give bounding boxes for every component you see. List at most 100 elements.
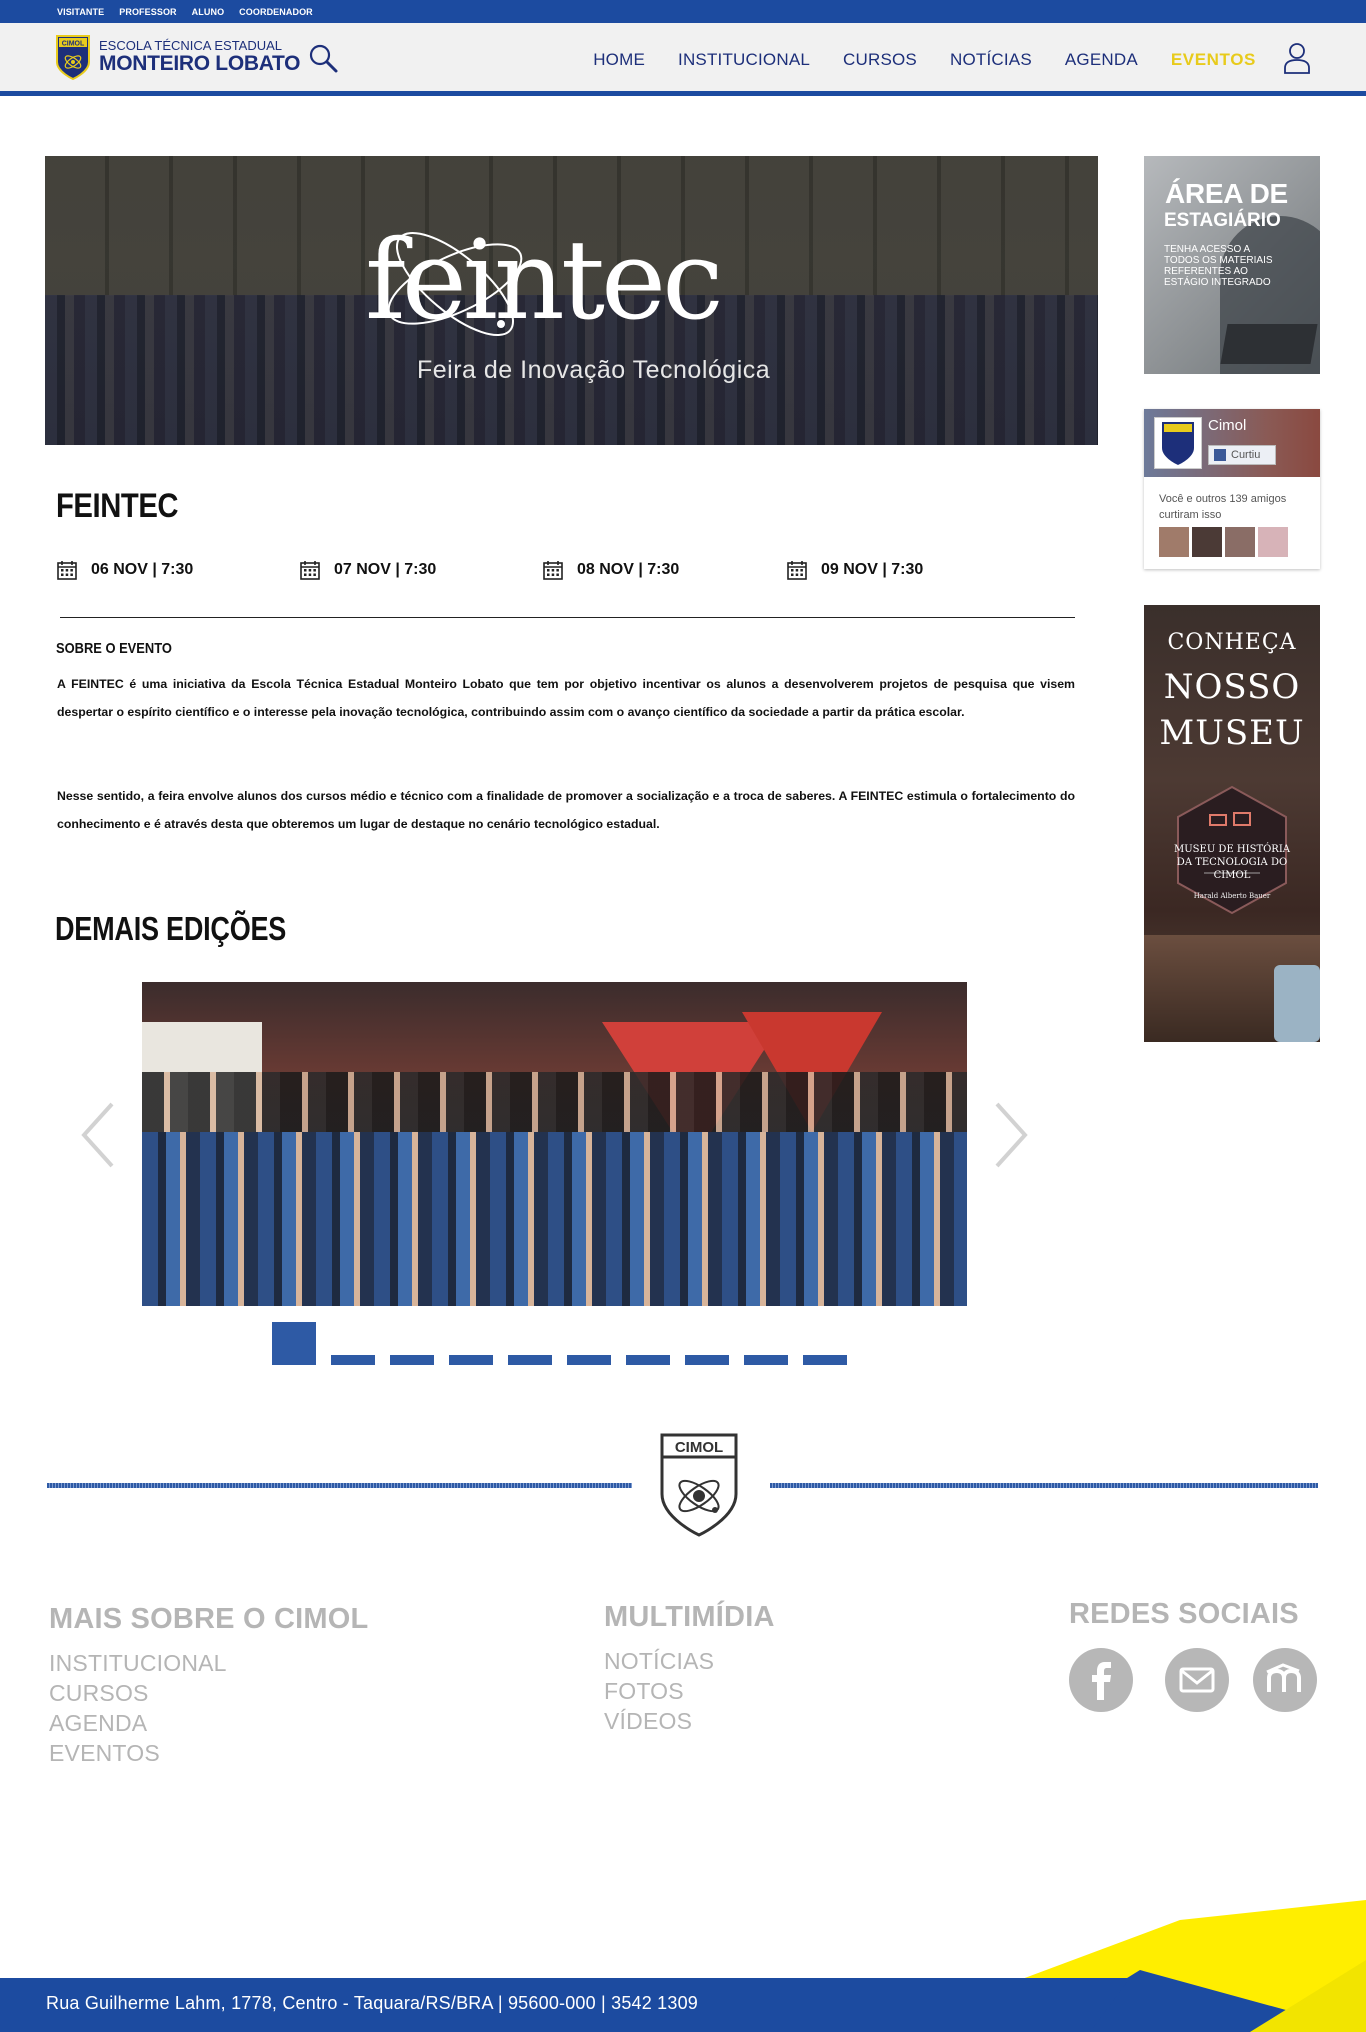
event-date-label: 07 NOV | 7:30: [334, 561, 437, 578]
intern-banner-text: TENHA ACESSO A TODOS OS MATERIAIS REFERE…: [1164, 244, 1273, 288]
footer-divider-left: [47, 1483, 632, 1488]
avatar[interactable]: [1192, 527, 1222, 557]
hero-brand-word: feintec: [365, 216, 724, 344]
facebook-like-button[interactable]: Curtiu: [1208, 445, 1276, 465]
event-hero-banner: feintec Feira de Inovação Tecnológica: [45, 156, 1098, 445]
main-nav: HOME INSTITUCIONAL CURSOS NOTÍCIAS AGEND…: [560, 23, 1256, 96]
role-link-professor[interactable]: PROFESSOR: [119, 7, 176, 17]
intern-banner-line2: ESTAGIÁRIO: [1164, 210, 1281, 231]
event-date-label: 06 NOV | 7:30: [91, 561, 194, 578]
school-name-line1: ESCOLA TÉCNICA ESTADUAL: [99, 38, 283, 53]
calendar-icon: [57, 561, 77, 580]
school-logo[interactable]: CIMOL ESCOLA TÉCNICA ESTADUAL MONTEIRO L…: [55, 34, 301, 80]
museum-banner[interactable]: CONHEÇA NOSSO MUSEU MUSEU DE HISTÓRIA DA…: [1144, 605, 1320, 1042]
nav-cursos[interactable]: CURSOS: [843, 50, 917, 70]
footer-address: Rua Guilherme Lahm, 1778, Centro - Taqua…: [46, 1993, 699, 2013]
feintec-logo: feintec Feira de Inovação Tecnológica: [365, 196, 825, 396]
editions-carousel-photo: [142, 982, 967, 1306]
carousel-dot[interactable]: [272, 1322, 316, 1365]
carousel-pagination: [272, 1322, 847, 1365]
carousel-prev-arrow-icon[interactable]: [78, 1100, 118, 1170]
moodle-icon[interactable]: [1253, 1648, 1317, 1712]
role-link-aluno[interactable]: ALUNO: [192, 7, 225, 17]
footer-col-heading: MAIS SOBRE O CIMOL: [49, 1603, 369, 1635]
nav-home[interactable]: HOME: [593, 50, 645, 70]
hero-subtitle: Feira de Inovação Tecnológica: [417, 356, 771, 384]
intern-banner-line1: ÁREA DE: [1165, 178, 1288, 209]
site-header: CIMOL ESCOLA TÉCNICA ESTADUAL MONTEIRO L…: [0, 23, 1366, 96]
footer-link-fotos[interactable]: FOTOS: [604, 1676, 775, 1706]
museum-banner-line3: MUSEU: [1159, 713, 1305, 753]
footer-link-agenda[interactable]: AGENDA: [49, 1708, 368, 1738]
section-divider: [60, 617, 1075, 618]
carousel-dot[interactable]: [567, 1355, 611, 1365]
avatar[interactable]: [1225, 527, 1255, 557]
event-date-label: 09 NOV | 7:30: [821, 561, 924, 578]
museum-badge-title: MUSEU DE HISTÓRIA DA TECNOLOGIA DO CIMOL: [1174, 844, 1291, 881]
carousel-dot[interactable]: [331, 1355, 375, 1365]
calendar-icon: [787, 561, 807, 580]
event-date-3: 08 NOV | 7:30: [543, 560, 679, 580]
event-date-label: 08 NOV | 7:30: [577, 561, 680, 578]
top-utility-bar: VISITANTE PROFESSOR ALUNO COORDENADOR: [0, 0, 1366, 23]
footer-divider-right: [770, 1483, 1318, 1488]
nav-institucional[interactable]: INSTITUCIONAL: [678, 50, 810, 70]
carousel-dot[interactable]: [626, 1355, 670, 1365]
footer-link-noticias[interactable]: NOTÍCIAS: [604, 1646, 775, 1676]
footer-school-shield-icon[interactable]: CIMOL: [658, 1432, 740, 1538]
footer-col-heading: MULTIMÍDIA: [604, 1601, 775, 1633]
facebook-page-avatar: [1154, 417, 1202, 469]
facebook-like-widget: Cimol Curtiu Você e outros 139 amigos cu…: [1144, 409, 1320, 569]
carousel-dot[interactable]: [803, 1355, 847, 1365]
intern-area-banner[interactable]: ÁREA DE ESTAGIÁRIO TENHA ACESSO A TODOS …: [1144, 156, 1320, 374]
facebook-page-name: Cimol: [1208, 417, 1247, 434]
school-shield-icon: CIMOL: [56, 35, 90, 80]
footer-col-about: MAIS SOBRE O CIMOL INSTITUCIONAL CURSOS …: [49, 1603, 368, 1768]
other-editions-heading: DEMAIS EDIÇÕES: [55, 910, 287, 947]
event-date-4: 09 NOV | 7:30: [787, 560, 923, 580]
search-icon[interactable]: [306, 41, 340, 75]
carousel-dot[interactable]: [744, 1355, 788, 1365]
footer-col-social: REDES SOCIAIS: [1069, 1598, 1299, 1643]
about-paragraph-2: Nesse sentido, a feira envolve alunos do…: [57, 789, 1075, 831]
school-name: ESCOLA TÉCNICA ESTADUAL MONTEIRO LOBATO: [99, 38, 301, 75]
avatar[interactable]: [1258, 527, 1288, 557]
facebook-friends-text: Você e outros 139 amigos curtiram isso: [1159, 493, 1287, 521]
about-heading: SOBRE O EVENTO: [56, 640, 172, 657]
calendar-icon: [300, 561, 320, 580]
facebook-icon[interactable]: [1069, 1648, 1133, 1712]
about-paragraph-1: A FEINTEC é uma iniciativa da Escola Téc…: [57, 677, 1075, 719]
nav-agenda[interactable]: AGENDA: [1065, 50, 1138, 70]
facebook-like-icon: [1214, 449, 1226, 461]
mail-icon[interactable]: [1165, 1648, 1229, 1712]
school-shield-icon: [1162, 422, 1194, 465]
footer-link-institucional[interactable]: INSTITUCIONAL: [49, 1648, 368, 1678]
nav-eventos[interactable]: EVENTOS: [1171, 50, 1256, 70]
footer-link-eventos[interactable]: EVENTOS: [49, 1738, 368, 1768]
carousel-dot[interactable]: [685, 1355, 729, 1365]
footer-link-videos[interactable]: VÍDEOS: [604, 1706, 775, 1736]
footer-link-cursos[interactable]: CURSOS: [49, 1678, 368, 1708]
event-title: FEINTEC: [56, 487, 179, 525]
role-link-visitante[interactable]: VISITANTE: [57, 7, 104, 17]
carousel-next-arrow-icon[interactable]: [991, 1100, 1031, 1170]
school-name-line2: MONTEIRO LOBATO: [99, 52, 301, 75]
facebook-like-label: Curtiu: [1231, 449, 1261, 461]
museum-banner-line2: NOSSO: [1163, 667, 1301, 707]
carousel-dot[interactable]: [449, 1355, 493, 1365]
user-login-icon[interactable]: [1282, 41, 1312, 75]
event-dates: 06 NOV | 7:30 07 NOV | 7:30 08 NOV | 7:3…: [57, 560, 1077, 584]
facebook-page-header[interactable]: Cimol Curtiu: [1144, 409, 1320, 477]
banner-computer-shape: [1274, 965, 1320, 1042]
facebook-friend-avatars: [1159, 527, 1288, 557]
avatar[interactable]: [1159, 527, 1189, 557]
footer-col-multimedia: MULTIMÍDIA NOTÍCIAS FOTOS VÍDEOS: [604, 1601, 775, 1736]
svg-text:CIMOL: CIMOL: [62, 41, 85, 48]
carousel-dot[interactable]: [508, 1355, 552, 1365]
museum-banner-line1: CONHEÇA: [1167, 630, 1297, 655]
banner-laptop-shape: [1220, 324, 1318, 364]
role-link-coordenador[interactable]: COORDENADOR: [239, 7, 313, 17]
nav-noticias[interactable]: NOTÍCIAS: [950, 50, 1032, 70]
carousel-dot[interactable]: [390, 1355, 434, 1365]
museum-badge-subtitle: Harald Alberto Bauer: [1193, 892, 1271, 900]
